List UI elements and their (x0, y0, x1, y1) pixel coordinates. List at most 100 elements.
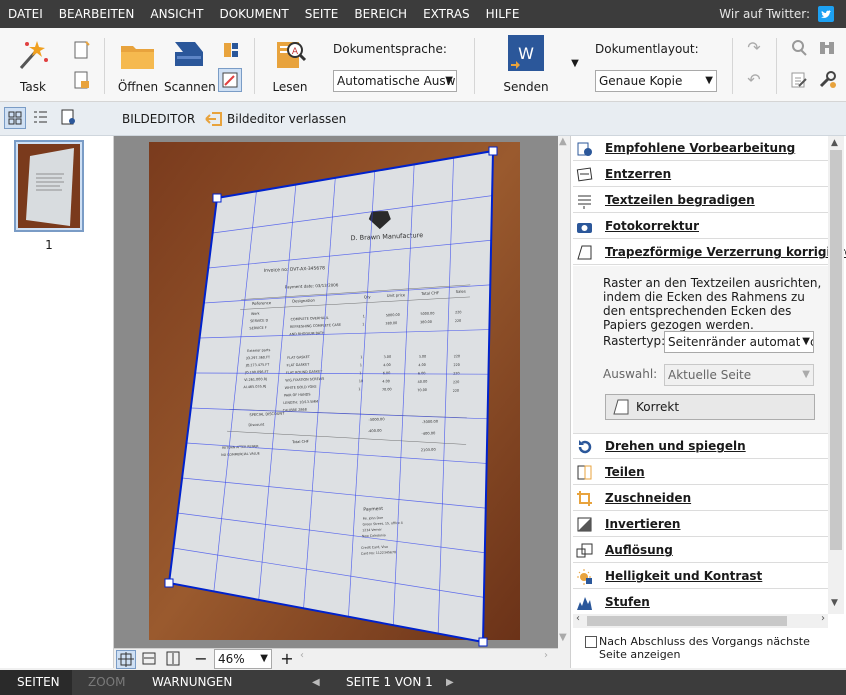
layout-button[interactable] (220, 40, 242, 62)
section-label: Auflösung (605, 543, 673, 557)
panel-hscrollbar[interactable]: ‹ › (573, 613, 828, 628)
fit-height-button[interactable] (164, 650, 184, 669)
section-levels[interactable]: Stufen (573, 590, 828, 615)
caret-down-icon: ▼ (571, 58, 579, 69)
read-ocr-icon: A (277, 42, 307, 68)
open-button[interactable]: Öffnen (116, 38, 160, 94)
zoom-select[interactable]: 46% ▼ (214, 649, 272, 669)
page-thumbnail[interactable] (14, 140, 84, 232)
selection-label: Auswahl: (603, 367, 658, 381)
doc-text: NO COMMERCIAL VALUE (221, 451, 260, 457)
section-label: Invertieren (605, 517, 681, 531)
grid-line-horizontal (173, 547, 484, 598)
doc-text: -3000.00 (368, 417, 385, 422)
binoculars-button[interactable] (816, 38, 838, 60)
send-button[interactable]: W Senden (500, 34, 552, 94)
menu-datei[interactable]: DATEI (0, 0, 51, 28)
send-label: Senden (503, 80, 549, 94)
section-gear-magic[interactable]: Empfohlene Vorbearbeitung (573, 136, 828, 161)
menu-dokument[interactable]: DOKUMENT (211, 0, 296, 28)
menu-seite[interactable]: SEITE (297, 0, 347, 28)
tab-pages[interactable]: SEITEN (17, 670, 60, 695)
selection-select[interactable]: Aktuelle Seite ▼ (664, 364, 814, 386)
corner-handle-tl[interactable] (212, 193, 222, 203)
vertical-scrollbar[interactable]: ▲ ▼ (558, 136, 570, 670)
thumbnail-view-button[interactable] (4, 107, 26, 129)
zoom-out-button[interactable]: − (192, 649, 210, 669)
split-icon (577, 465, 592, 480)
new-document-button[interactable] (70, 40, 92, 62)
menu-hilfe[interactable]: HILFE (478, 0, 528, 28)
doc-text: 220 (455, 319, 462, 323)
section-label: Zuschneiden (605, 491, 692, 505)
page-settings-icon (61, 109, 75, 125)
new-folder-button[interactable] (70, 70, 92, 92)
section-invert[interactable]: Invertieren (573, 512, 828, 537)
open-label: Öffnen (117, 80, 159, 94)
section-rotate[interactable]: Drehen und spiegeln (573, 434, 828, 459)
gear-magic-icon (577, 142, 592, 156)
section-trapezoid[interactable]: Trapezförmige Verzerrung korrigieren (573, 240, 846, 265)
redo-button[interactable]: ↷ (744, 38, 764, 58)
menu-bereich[interactable]: BEREICH (346, 0, 415, 28)
twitter-icon[interactable] (818, 6, 834, 22)
doc-text: 6.00 (418, 371, 426, 375)
doc-text: 380.00 (385, 321, 397, 325)
menu-bearbeiten[interactable]: BEARBEITEN (51, 0, 143, 28)
doc-text: Mr. John Doe (363, 516, 383, 521)
next-page-checkbox[interactable] (585, 636, 597, 648)
section-crop[interactable]: Zuschneiden (573, 486, 828, 511)
next-page-icon[interactable]: ▶ (446, 670, 454, 695)
panel-scroll-thumb[interactable] (830, 150, 842, 550)
find-button[interactable] (788, 38, 810, 60)
tab-zoom[interactable]: ZOOM (88, 670, 125, 695)
verify-button[interactable] (788, 70, 810, 92)
horizontal-scrollbar[interactable]: ‹ › (300, 650, 548, 666)
task-button[interactable]: Task (10, 38, 56, 94)
corner-handle-tr[interactable] (488, 146, 498, 156)
fit-page-button[interactable] (116, 650, 136, 669)
menu-ansicht[interactable]: ANSICHT (142, 0, 211, 28)
doc-text: 70.00 (417, 388, 427, 392)
tab-warnings[interactable]: WARNUNGEN (152, 670, 232, 695)
doc-language-select[interactable]: Automatische Ausw ▼ (333, 70, 457, 92)
selection-value: Aktuelle Seite (668, 368, 752, 382)
menu-extras[interactable]: EXTRAS (415, 0, 478, 28)
page-properties-button[interactable] (58, 107, 80, 129)
section-brightness[interactable]: Helligkeit und Kontrast (573, 564, 828, 589)
panel-scrollbar[interactable]: ▲ ▼ (828, 136, 844, 614)
grid-type-select[interactable]: Seitenränder automatisch e ▼ (664, 331, 814, 353)
minus-icon: − (194, 649, 208, 668)
new-page-icon (74, 41, 90, 59)
doc-layout-select[interactable]: Genaue Kopie ▼ (595, 70, 717, 92)
undo-button[interactable]: ↶ (744, 70, 764, 90)
doc-text: 2103.00 (421, 448, 437, 453)
exit-editor-button[interactable]: Bildeditor verlassen (204, 108, 346, 130)
scan-button[interactable]: Scannen (164, 38, 216, 94)
options-button[interactable] (816, 70, 838, 92)
section-resolution[interactable]: Auflösung (573, 538, 828, 563)
menu-bar: DATEI BEARBEITEN ANSICHT DOKUMENT SEITE … (0, 0, 846, 28)
corner-handle-bl[interactable] (164, 578, 174, 588)
zoom-in-button[interactable]: + (278, 649, 296, 669)
list-view-button[interactable] (30, 107, 52, 129)
fit-width-button[interactable] (140, 650, 160, 669)
read-button[interactable]: A Lesen (268, 38, 312, 94)
prev-page-icon[interactable]: ◀ (312, 670, 320, 695)
page-number: 1 (45, 238, 53, 252)
separator (474, 38, 475, 94)
scroll-up-icon: ▲ (559, 136, 567, 147)
panel-hscroll-thumb[interactable] (587, 616, 787, 626)
image-editor-button[interactable] (218, 68, 242, 92)
doc-text: D. Brawn Manufacture (350, 231, 423, 242)
correct-button-label: Korrekt (636, 400, 680, 414)
corner-handle-br[interactable] (478, 637, 488, 647)
section-straighten-lines[interactable]: Textzeilen begradigen (573, 188, 828, 213)
correct-button[interactable]: Korrekt (605, 394, 815, 420)
doc-text: 4.00 (418, 363, 426, 367)
section-split[interactable]: Teilen (573, 460, 828, 485)
section-deskew[interactable]: Entzerren (573, 162, 828, 187)
section-camera[interactable]: Fotokorrektur (573, 214, 828, 239)
doc-text: Total CHF (291, 440, 309, 445)
send-dropdown[interactable]: ▼ (568, 58, 582, 72)
